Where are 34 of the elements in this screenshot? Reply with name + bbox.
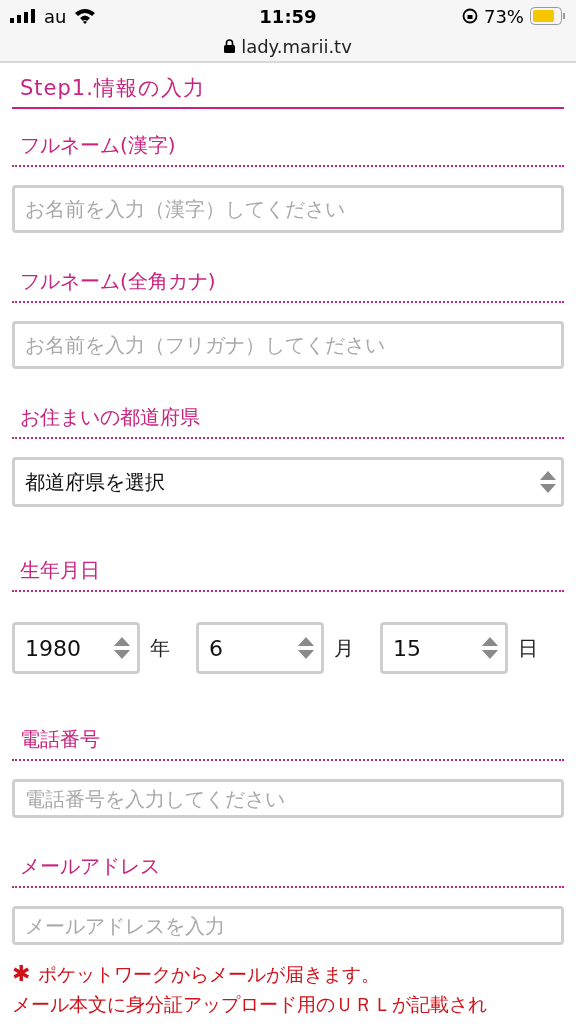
battery-percent: 73% [483,4,524,29]
page-url[interactable]: lady.marii.tv [241,32,352,60]
input-field[interactable]: メールアドレスを入力 [12,906,564,945]
input-field[interactable]: お名前を入力（フリガナ）してください [12,321,564,369]
date-unit: 月 [334,635,354,662]
up-down-arrows-icon [539,469,557,495]
field-label: フルネーム(漢字) [20,133,176,157]
input-field[interactable]: お名前を入力（漢字）してください [12,185,564,233]
date-unit: 日 [518,635,538,662]
date-unit: 年 [150,635,170,662]
rotation-lock-icon [461,8,478,24]
clock-time: 11:59 [259,4,317,29]
lock-icon [224,39,236,53]
date-select[interactable]: 6 [196,622,324,674]
carrier-name: au [44,4,67,29]
date-select[interactable]: 1980 [12,622,140,674]
battery-icon [530,7,566,25]
field-label: フルネーム(全角カナ) [20,269,216,293]
date-select[interactable]: 15 [380,622,508,674]
field-label: メールアドレス [20,854,160,878]
field-label: 生年月日 [20,558,100,582]
section-heading: Step1.情報の入力 [20,76,205,100]
wifi-icon [74,8,97,24]
signal-icon [10,9,36,23]
notice-text: ポケットワークからメールが届きます。 [38,962,381,987]
field-label: お住まいの都道府県 [20,405,200,429]
up-down-arrows-icon [481,635,499,661]
notice-text: メール本文に身分証アップロード用のＵＲＬが記載され [12,992,488,1017]
prefecture-select[interactable]: 都道府県を選択 [12,457,564,507]
asterisk-icon: ✱ [12,959,31,989]
field-label: 電話番号 [20,727,100,751]
up-down-arrows-icon [113,635,131,661]
up-down-arrows-icon [297,635,315,661]
input-field[interactable]: 電話番号を入力してください [12,779,564,818]
